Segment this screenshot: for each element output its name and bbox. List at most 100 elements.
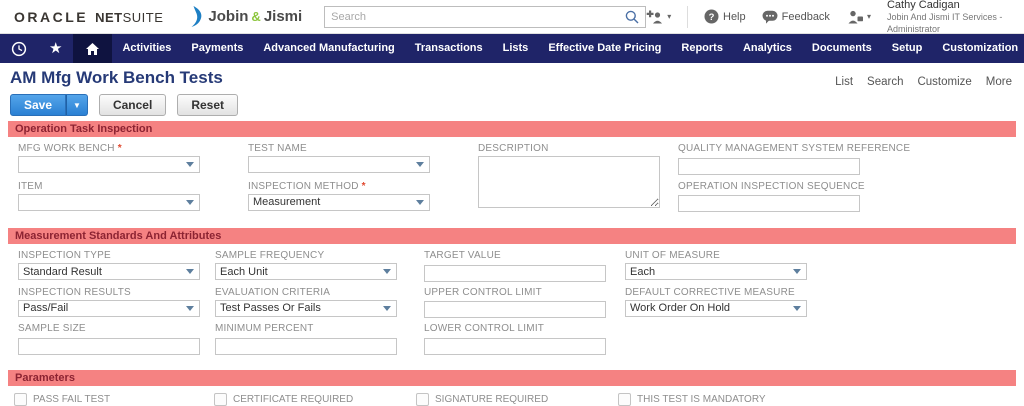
sample-size-label: SAMPLE SIZE [18, 323, 86, 334]
section-header-parameters: Parameters [8, 370, 1016, 386]
field-operation-inspection-sequence: OPERATION INSPECTION SEQUENCE [678, 181, 1024, 214]
nav-item-payments[interactable]: Payments [181, 34, 253, 63]
default-corrective-measure-label: DEFAULT CORRECTIVE MEASURE [625, 287, 795, 298]
netsuite-logo-text-bold: NET [95, 10, 123, 25]
target-value-input[interactable] [424, 265, 606, 282]
page-link-more[interactable]: More [986, 76, 1012, 88]
oracle-logo-text: ORACLE [14, 9, 88, 25]
user-info[interactable]: Cathy Cadigan Jobin And Jismi IT Service… [887, 0, 1014, 35]
description-textarea[interactable] [478, 156, 660, 208]
field-test-name: TEST NAME [248, 143, 478, 176]
page-link-search[interactable]: Search [867, 76, 903, 88]
page-link-customize[interactable]: Customize [917, 76, 971, 88]
shortcuts-icon[interactable]: ★ [38, 34, 73, 63]
recent-records-icon[interactable] [0, 34, 38, 63]
section-header-measurement-standards: Measurement Standards And Attributes [8, 228, 1016, 244]
create-new-icon [646, 10, 663, 24]
certificate-required-checkbox[interactable] [214, 393, 227, 406]
inspection-type-select[interactable]: Standard Result [18, 263, 200, 280]
inspection-type-label: INSPECTION TYPE [18, 250, 111, 261]
qms-reference-input[interactable] [678, 158, 860, 175]
partner-ampersand: & [251, 9, 260, 24]
field-evaluation-criteria: EVALUATION CRITERIA Test Passes Or Fails [215, 287, 424, 319]
field-pass-fail-test: PASS FAIL TEST [14, 393, 214, 406]
home-icon[interactable] [73, 34, 112, 63]
save-dropdown-button[interactable]: ▼ [66, 94, 88, 116]
nav-item-documents[interactable]: Documents [802, 34, 882, 63]
cancel-button[interactable]: Cancel [99, 94, 166, 116]
test-name-select[interactable] [248, 156, 430, 173]
nav-item-reports[interactable]: Reports [671, 34, 733, 63]
nav-item-transactions[interactable]: Transactions [405, 34, 493, 63]
nav-item-analytics[interactable]: Analytics [733, 34, 802, 63]
topbar-divider [687, 6, 688, 28]
save-button[interactable]: Save [10, 94, 66, 116]
jobin-jismi-swoosh-icon [191, 6, 204, 27]
user-role: Jobin And Jismi IT Services - Administra… [887, 11, 1014, 35]
feedback-button[interactable]: Feedback [762, 10, 830, 24]
chevron-down-icon [383, 269, 391, 274]
unit-of-measure-select[interactable]: Each [625, 263, 807, 280]
help-button[interactable]: ? Help [704, 9, 746, 24]
nav-item-setup[interactable]: Setup [882, 34, 933, 63]
empty-cell [625, 323, 1024, 355]
lower-control-limit-label: LOWER CONTROL LIMIT [424, 323, 544, 334]
operation-inspection-sequence-input[interactable] [678, 195, 860, 212]
field-signature-required: SIGNATURE REQUIRED [416, 393, 618, 406]
field-minimum-percent: MINIMUM PERCENT [215, 323, 424, 355]
sample-size-input[interactable] [18, 338, 200, 355]
nav-item-effective-date-pricing[interactable]: Effective Date Pricing [538, 34, 671, 63]
field-default-corrective-measure: DEFAULT CORRECTIVE MEASURE Work Order On… [625, 287, 1024, 319]
nav-item-customization[interactable]: Customization [932, 34, 1024, 63]
field-this-test-is-mandatory: THIS TEST IS MANDATORY [618, 393, 1024, 406]
reset-button[interactable]: Reset [177, 94, 238, 116]
user-name: Cathy Cadigan [887, 0, 1014, 11]
field-certificate-required: CERTIFICATE REQUIRED [214, 393, 416, 406]
pass-fail-test-label: PASS FAIL TEST [33, 394, 110, 405]
action-row: Save ▼ Cancel Reset [10, 94, 1024, 116]
minimum-percent-label: MINIMUM PERCENT [215, 323, 314, 334]
feedback-label: Feedback [782, 11, 830, 23]
lower-control-limit-input[interactable] [424, 338, 606, 355]
evaluation-criteria-label: EVALUATION CRITERIA [215, 287, 330, 298]
search-input[interactable] [325, 11, 625, 23]
signature-required-checkbox[interactable] [416, 393, 429, 406]
chevron-down-icon [416, 162, 424, 167]
required-asterisk: * [118, 143, 122, 154]
certificate-required-label: CERTIFICATE REQUIRED [233, 394, 353, 405]
nav-item-lists[interactable]: Lists [493, 34, 539, 63]
page-links: List Search Customize More [835, 76, 1012, 88]
signature-required-label: SIGNATURE REQUIRED [435, 394, 548, 405]
field-item: ITEM [18, 181, 248, 214]
chevron-down-icon: ▾ [867, 12, 871, 21]
svg-text:?: ? [709, 12, 715, 23]
nav-item-activities[interactable]: Activities [112, 34, 181, 63]
create-new-button[interactable]: ▾ [646, 10, 671, 24]
chevron-down-icon [416, 200, 424, 205]
field-inspection-method: INSPECTION METHOD * Measurement [248, 181, 478, 214]
mfg-work-bench-select[interactable] [18, 156, 200, 173]
partner-word-1: Jobin [208, 8, 248, 25]
default-corrective-measure-select[interactable]: Work Order On Hold [625, 300, 807, 317]
page-head: AM Mfg Work Bench Tests List Search Cust… [10, 68, 1012, 88]
inspection-method-select[interactable]: Measurement [248, 194, 430, 211]
upper-control-limit-input[interactable] [424, 301, 606, 318]
search-icon[interactable] [625, 10, 645, 24]
minimum-percent-input[interactable] [215, 338, 397, 355]
roles-menu-button[interactable]: ▾ [846, 10, 871, 24]
field-qms-reference: QUALITY MANAGEMENT SYSTEM REFERENCE [678, 143, 1024, 176]
inspection-results-select[interactable]: Pass/Fail [18, 300, 200, 317]
page-title: AM Mfg Work Bench Tests [10, 68, 223, 88]
this-test-is-mandatory-label: THIS TEST IS MANDATORY [637, 394, 766, 405]
item-select[interactable] [18, 194, 200, 211]
this-test-is-mandatory-checkbox[interactable] [618, 393, 631, 406]
test-name-label: TEST NAME [248, 143, 307, 154]
evaluation-criteria-select[interactable]: Test Passes Or Fails [215, 300, 397, 317]
pass-fail-test-checkbox[interactable] [14, 393, 27, 406]
feedback-icon [762, 10, 778, 24]
page-link-list[interactable]: List [835, 76, 853, 88]
field-unit-of-measure: UNIT OF MEASURE Each [625, 250, 1024, 282]
global-search[interactable] [324, 6, 646, 28]
nav-item-advanced-manufacturing[interactable]: Advanced Manufacturing [253, 34, 404, 63]
sample-frequency-select[interactable]: Each Unit [215, 263, 397, 280]
